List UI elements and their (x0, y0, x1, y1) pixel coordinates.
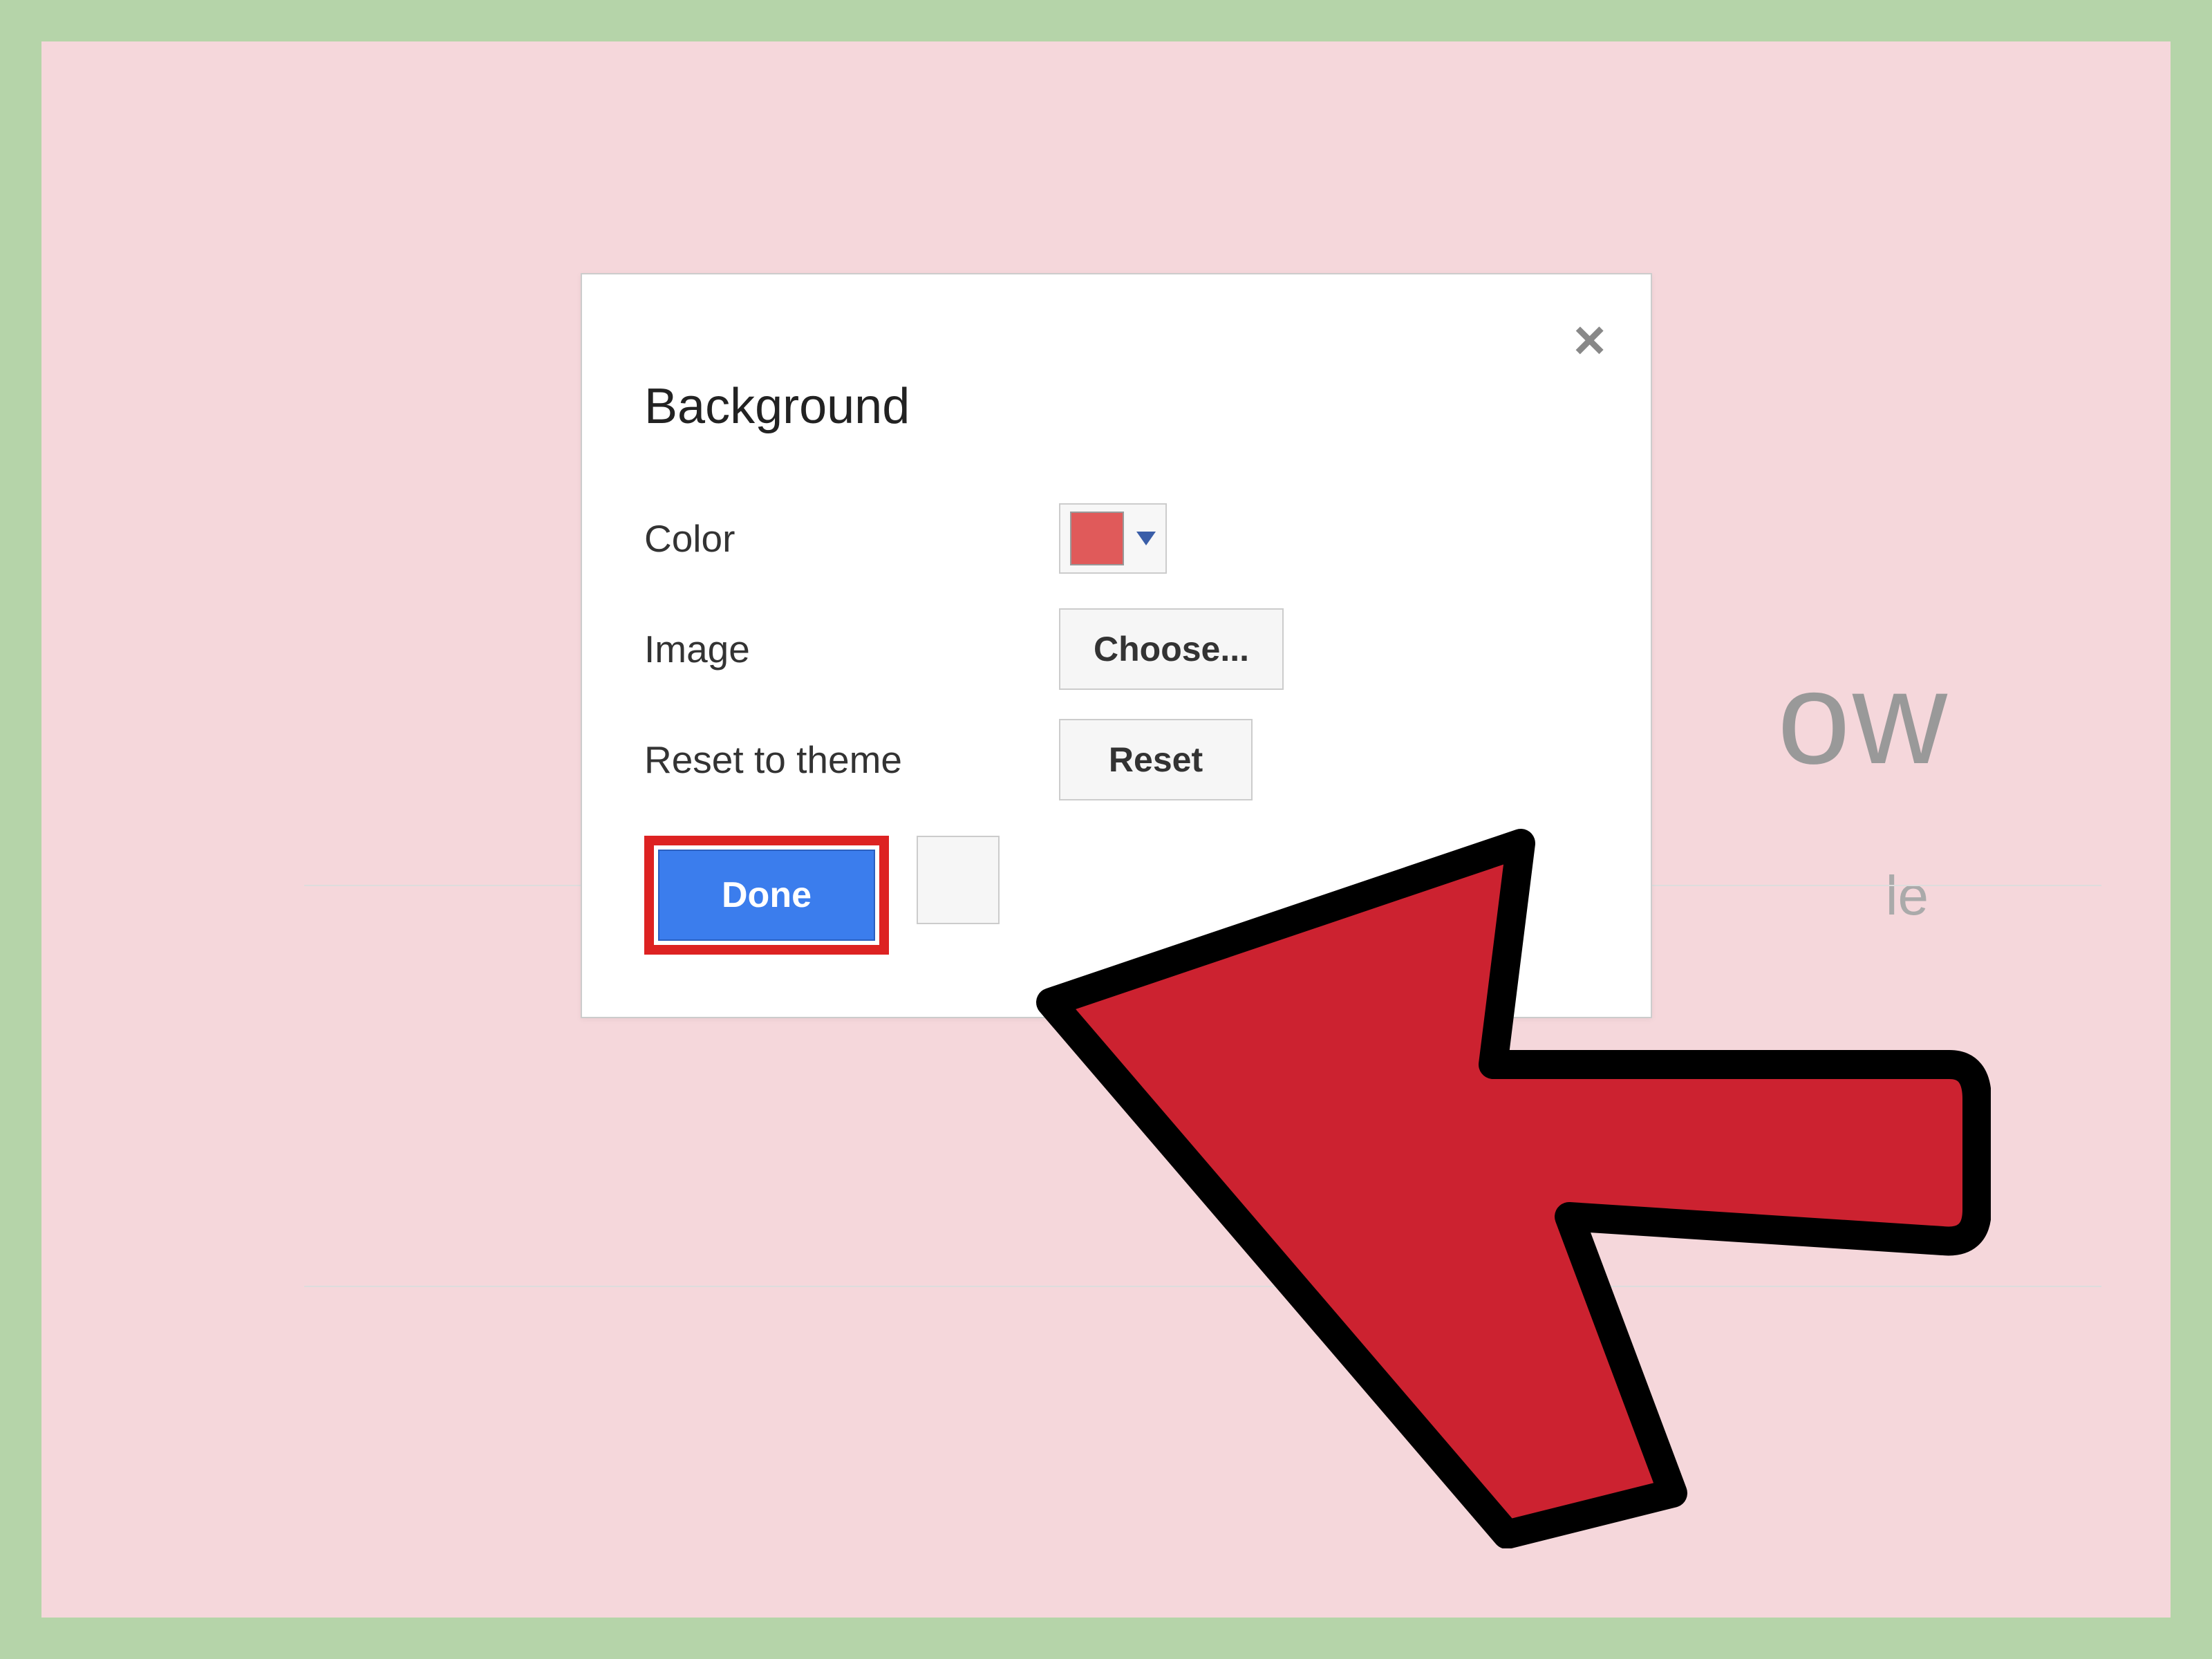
chevron-down-icon (1136, 532, 1156, 545)
tutorial-frame: ow le × Background Color Image Choose...… (0, 0, 2212, 1659)
dialog-actions: Done (644, 836, 1588, 955)
secondary-button-obscured[interactable] (917, 836, 1000, 924)
screenshot-canvas: ow le × Background Color Image Choose...… (41, 41, 2171, 1618)
reset-button[interactable]: Reset (1059, 719, 1253, 800)
color-picker[interactable] (1059, 503, 1167, 574)
reset-label: Reset to theme (644, 738, 1059, 782)
choose-image-button[interactable]: Choose... (1059, 608, 1284, 690)
dialog-title: Background (644, 378, 1588, 435)
background-title-fragment: ow (1777, 643, 1949, 794)
close-icon[interactable]: × (1573, 312, 1606, 368)
color-label: Color (644, 516, 1059, 561)
row-image: Image Choose... (644, 608, 1588, 691)
background-divider-2 (304, 1286, 2101, 1287)
image-label: Image (644, 627, 1059, 671)
done-button[interactable]: Done (658, 850, 875, 941)
highlight-ring: Done (644, 836, 889, 955)
background-dialog: × Background Color Image Choose... Reset… (581, 273, 1652, 1018)
color-swatch (1070, 512, 1124, 565)
row-color: Color (644, 497, 1588, 580)
background-subtitle-fragment: le (1886, 864, 1929, 928)
row-reset: Reset to theme Reset (644, 718, 1588, 801)
